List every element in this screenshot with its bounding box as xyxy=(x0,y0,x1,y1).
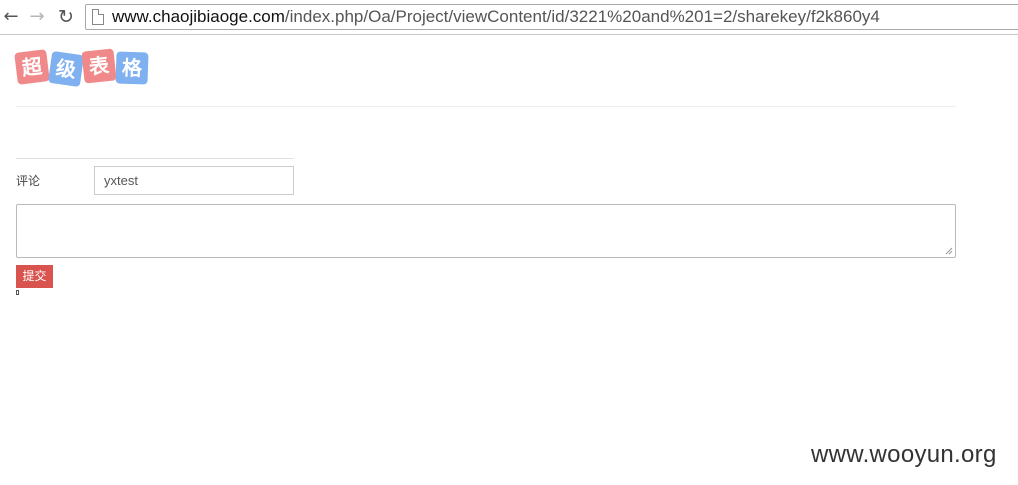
site-logo[interactable]: 超 级 表 格 xyxy=(14,48,151,88)
url-host: www.chaojibiaoge.com xyxy=(112,7,285,26)
forward-arrow-icon[interactable]: → xyxy=(26,6,48,28)
watermark-text: www.wooyun.org xyxy=(811,441,997,468)
logo-tile: 格 xyxy=(115,51,149,85)
submit-button[interactable]: 提交 xyxy=(16,265,53,288)
form-divider xyxy=(16,158,294,159)
url-text[interactable]: www.chaojibiaoge.com/index.php/Oa/Projec… xyxy=(112,7,880,27)
header-divider xyxy=(16,106,956,107)
logo-tile: 表 xyxy=(81,48,117,84)
browser-toolbar: ← → ↻ www.chaojibiaoge.com/index.php/Oa/… xyxy=(0,0,1018,35)
comment-label: 评论 xyxy=(16,174,41,188)
comment-textarea[interactable] xyxy=(16,204,956,258)
text-cursor-mark xyxy=(16,290,19,295)
reload-icon[interactable]: ↻ xyxy=(55,6,77,28)
logo-tile: 超 xyxy=(14,49,50,85)
resize-grip-icon[interactable] xyxy=(945,247,953,255)
address-bar[interactable]: www.chaojibiaoge.com/index.php/Oa/Projec… xyxy=(85,4,1018,30)
page-icon xyxy=(92,9,104,25)
logo-tile: 级 xyxy=(47,50,85,88)
back-arrow-icon[interactable]: ← xyxy=(0,6,22,28)
name-input[interactable] xyxy=(94,166,294,195)
url-path: /index.php/Oa/Project/viewContent/id/322… xyxy=(284,7,880,26)
